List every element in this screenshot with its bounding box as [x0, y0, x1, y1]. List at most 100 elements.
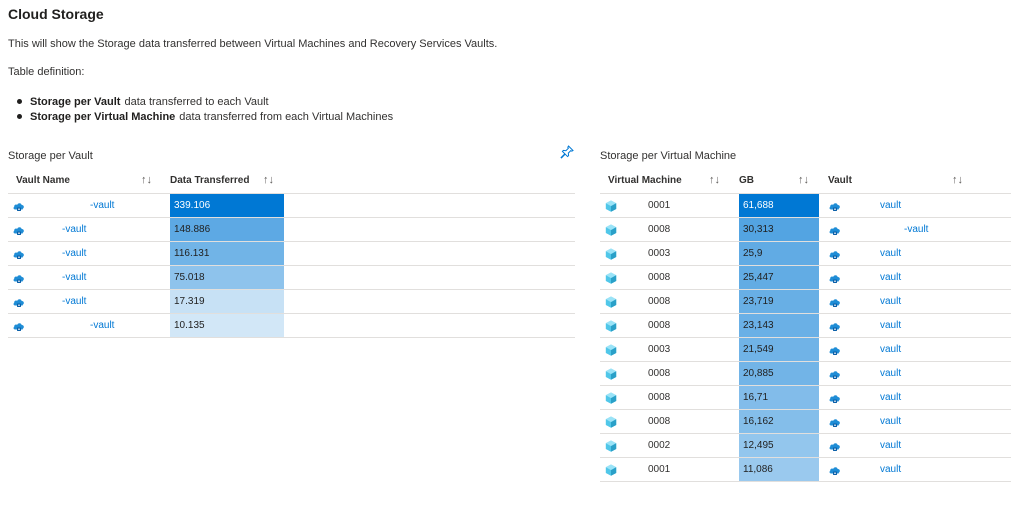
- pin-icon[interactable]: [560, 145, 574, 159]
- definition-list: Storage per Vault data transferred to ea…: [8, 94, 393, 124]
- table-row: 0008 16,162 vault: [600, 410, 1011, 434]
- vault-link[interactable]: vault: [880, 368, 901, 379]
- table-row: 0008 23,719 vault: [600, 290, 1011, 314]
- recovery-vault-icon: [828, 391, 842, 405]
- data-transferred-cell: 116.131: [170, 242, 284, 265]
- vault-link[interactable]: -vault: [904, 224, 928, 235]
- recovery-vault-icon: [828, 415, 842, 429]
- recovery-vault-icon: [828, 343, 842, 357]
- bullet-icon: [17, 114, 22, 119]
- recovery-vault-icon: [828, 463, 842, 477]
- virtual-machine-icon: [604, 391, 618, 405]
- table-row: 0008 30,313 -vault: [600, 218, 1011, 242]
- gb-value: 25,9: [743, 248, 763, 259]
- table-row: -vault 17.319: [8, 290, 575, 314]
- table-row: -vault 75.018: [8, 266, 575, 290]
- vault-name-link[interactable]: -vault: [62, 224, 86, 235]
- virtual-machine-name[interactable]: 0003: [648, 248, 670, 259]
- bullet-icon: [17, 99, 22, 104]
- vault-name-link[interactable]: -vault: [62, 272, 86, 283]
- recovery-vault-icon: [12, 295, 26, 309]
- definition-text: data transferred from each Virtual Machi…: [179, 110, 394, 123]
- vault-link[interactable]: vault: [880, 464, 901, 475]
- virtual-machine-name[interactable]: 0008: [648, 392, 670, 403]
- vault-link[interactable]: vault: [880, 248, 901, 259]
- gb-cell: 21,549: [739, 338, 819, 361]
- virtual-machine-name[interactable]: 0003: [648, 344, 670, 355]
- virtual-machine-name[interactable]: 0008: [648, 224, 670, 235]
- recovery-vault-icon: [828, 439, 842, 453]
- table-row: 0008 20,885 vault: [600, 362, 1011, 386]
- table-row: -vault 116.131: [8, 242, 575, 266]
- table-definition-label: Table definition:: [8, 66, 85, 78]
- column-header-vault[interactable]: Vault: [828, 175, 852, 186]
- gb-cell: 30,313: [739, 218, 819, 241]
- sort-icon[interactable]: ↑↓: [141, 174, 152, 186]
- data-transferred-value: 116.131: [174, 248, 210, 259]
- data-transferred-value: 17.319: [174, 296, 205, 307]
- gb-cell: 11,086: [739, 458, 819, 481]
- virtual-machine-name[interactable]: 0008: [648, 368, 670, 379]
- virtual-machine-name[interactable]: 0008: [648, 272, 670, 283]
- recovery-vault-icon: [828, 199, 842, 213]
- vault-name-link[interactable]: -vault: [62, 248, 86, 259]
- table-row: 0008 23,143 vault: [600, 314, 1011, 338]
- table-row: -vault 339.106: [8, 194, 575, 218]
- recovery-vault-icon: [12, 319, 26, 333]
- recovery-vault-icon: [12, 223, 26, 237]
- sort-icon[interactable]: ↑↓: [952, 174, 963, 186]
- vault-name-link[interactable]: -vault: [90, 200, 114, 211]
- column-header-vault-name[interactable]: Vault Name: [16, 175, 70, 186]
- gb-cell: 61,688: [739, 194, 819, 217]
- vault-link[interactable]: vault: [880, 272, 901, 283]
- virtual-machine-name[interactable]: 0008: [648, 296, 670, 307]
- sort-icon[interactable]: ↑↓: [709, 174, 720, 186]
- column-header-virtual-machine[interactable]: Virtual Machine: [608, 175, 682, 186]
- vault-link[interactable]: vault: [880, 200, 901, 211]
- gb-cell: 20,885: [739, 362, 819, 385]
- vault-name-link[interactable]: -vault: [90, 320, 114, 331]
- sort-icon[interactable]: ↑↓: [798, 174, 809, 186]
- virtual-machine-icon: [604, 463, 618, 477]
- gb-value: 25,447: [743, 272, 774, 283]
- table-row: 0003 25,9 vault: [600, 242, 1011, 266]
- gb-value: 23,719: [743, 296, 774, 307]
- virtual-machine-icon: [604, 343, 618, 357]
- virtual-machine-name[interactable]: 0008: [648, 320, 670, 331]
- gb-value: 16,71: [743, 392, 769, 403]
- virtual-machine-icon: [604, 247, 618, 261]
- data-transferred-cell: 10.135: [170, 314, 284, 337]
- gb-value: 30,313: [743, 224, 774, 235]
- gb-value: 12,495: [743, 440, 774, 451]
- virtual-machine-icon: [604, 439, 618, 453]
- virtual-machine-icon: [604, 295, 618, 309]
- vault-link[interactable]: vault: [880, 416, 901, 427]
- column-header-data-transferred[interactable]: Data Transferred: [170, 175, 249, 186]
- definition-term: Storage per Virtual Machine: [30, 110, 176, 123]
- gb-value: 21,549: [743, 344, 774, 355]
- vault-name-link[interactable]: -vault: [62, 296, 86, 307]
- vm-table: Virtual Machine ↑↓ GB ↑↓ Vault ↑↓ 0001 61…: [600, 168, 1011, 482]
- vault-table-header: Vault Name ↑↓ Data Transferred ↑↓: [8, 168, 575, 194]
- virtual-machine-name[interactable]: 0002: [648, 440, 670, 451]
- vault-link[interactable]: vault: [880, 392, 901, 403]
- recovery-vault-icon: [828, 247, 842, 261]
- virtual-machine-name[interactable]: 0001: [648, 200, 670, 211]
- virtual-machine-name[interactable]: 0008: [648, 416, 670, 427]
- virtual-machine-icon: [604, 199, 618, 213]
- column-header-gb[interactable]: GB: [739, 175, 754, 186]
- data-transferred-cell: 148.886: [170, 218, 284, 241]
- recovery-vault-icon: [12, 271, 26, 285]
- virtual-machine-name[interactable]: 0001: [648, 464, 670, 475]
- vault-link[interactable]: vault: [880, 344, 901, 355]
- sort-icon[interactable]: ↑↓: [263, 174, 274, 186]
- vault-table: Vault Name ↑↓ Data Transferred ↑↓ -vault…: [8, 168, 575, 338]
- gb-value: 16,162: [743, 416, 774, 427]
- gb-value: 61,688: [743, 200, 774, 211]
- vault-link[interactable]: vault: [880, 320, 901, 331]
- vault-link[interactable]: vault: [880, 440, 901, 451]
- vault-link[interactable]: vault: [880, 296, 901, 307]
- data-transferred-value: 10.135: [174, 320, 205, 331]
- table-row: 0002 12,495 vault: [600, 434, 1011, 458]
- data-transferred-cell: 75.018: [170, 266, 284, 289]
